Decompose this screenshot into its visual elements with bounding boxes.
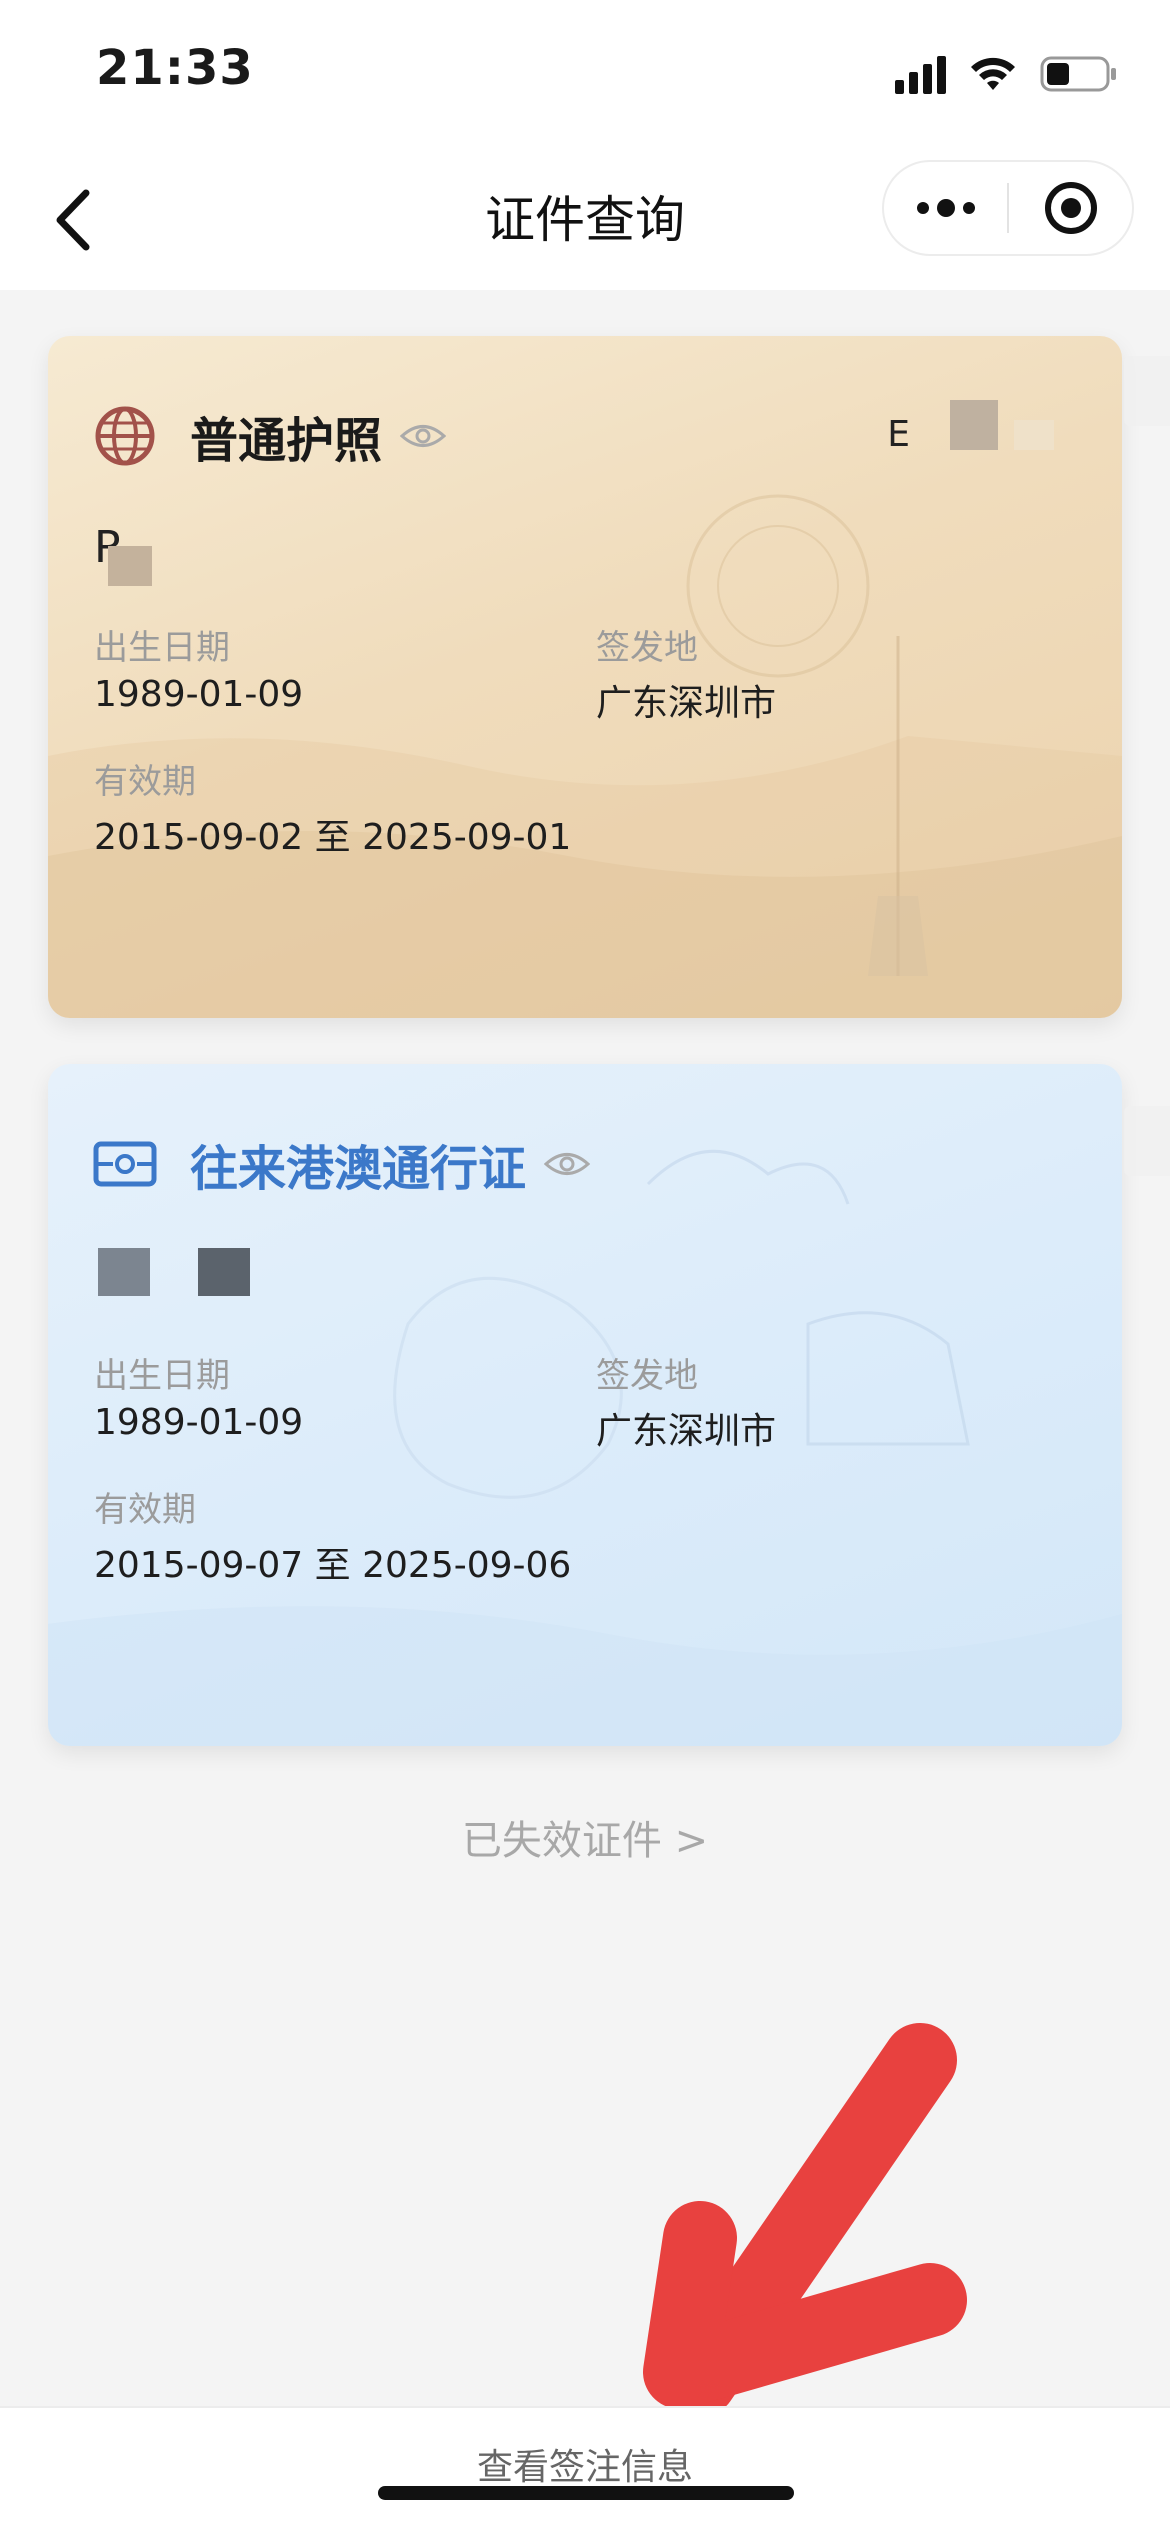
birth-date-value: 1989-01-09 — [94, 1402, 304, 1443]
passport-card[interactable]: 普通护照 E R 出生日期 1989-01-09 签发地 广东深圳市 有效期 2… — [48, 336, 1122, 1018]
redacted-passport-number-tail — [1014, 420, 1054, 450]
view-endorsement-button[interactable]: 查看签注信息 — [0, 2438, 1170, 2490]
passport-title: 普通护照 — [190, 413, 383, 469]
birth-date-value: 1989-01-09 — [94, 674, 304, 715]
eye-icon[interactable] — [400, 421, 447, 451]
home-indicator — [378, 2486, 794, 2500]
id-card-icon — [92, 1131, 158, 1197]
hk-macau-permit-card[interactable]: 往来港澳通行证 1 出生日期 1989-01-09 签发地 广东深圳市 有效期 … — [48, 1064, 1122, 1746]
expired-documents-link[interactable]: 已失效证件 > — [0, 1808, 1170, 1866]
redacted-holder-name — [98, 1248, 150, 1296]
target-icon — [1044, 182, 1097, 234]
signal-icon — [895, 54, 946, 94]
permit-edge-tab — [1124, 1106, 1170, 1176]
passport-edge-tab — [1124, 356, 1170, 426]
close-miniprogram-button[interactable] — [1009, 162, 1132, 254]
validity-label: 有效期 — [94, 762, 196, 802]
mini-program-capsule — [882, 160, 1134, 256]
passport-card-header: 普通护照 — [92, 398, 447, 474]
birth-date-label: 出生日期 — [94, 628, 230, 668]
status-time: 21:33 — [96, 40, 254, 96]
validity-value: 2015-09-07 至 2025-09-06 — [94, 1545, 572, 1586]
status-icons — [895, 52, 1118, 96]
validity-label: 有效期 — [94, 1490, 196, 1530]
wifi-icon — [968, 54, 1018, 94]
issue-place-value: 广东深圳市 — [596, 1411, 777, 1452]
battery-icon — [1040, 54, 1118, 94]
validity-value: 2015-09-02 至 2025-09-01 — [94, 817, 572, 858]
status-bar: 21:33 — [0, 0, 1170, 150]
permit-card-header: 往来港澳通行证 — [92, 1126, 591, 1202]
issue-place-value: 广东深圳市 — [596, 683, 777, 724]
birth-date-label: 出生日期 — [94, 1356, 230, 1396]
eye-icon[interactable] — [544, 1149, 591, 1179]
more-dots-icon — [916, 199, 975, 217]
globe-icon — [92, 403, 158, 469]
redacted-holder-name-2 — [198, 1248, 250, 1296]
issue-place-label: 签发地 — [596, 1356, 698, 1396]
redacted-passport-number — [950, 400, 998, 450]
more-button[interactable] — [884, 162, 1007, 254]
issue-place-label: 签发地 — [596, 628, 698, 668]
redacted-holder-name — [108, 546, 152, 586]
nav-bar: 证件查询 — [0, 150, 1170, 290]
passport-number-prefix: E — [887, 414, 910, 455]
permit-title: 往来港澳通行证 — [190, 1141, 527, 1197]
bottom-bar: 查看签注信息 — [0, 2406, 1170, 2532]
